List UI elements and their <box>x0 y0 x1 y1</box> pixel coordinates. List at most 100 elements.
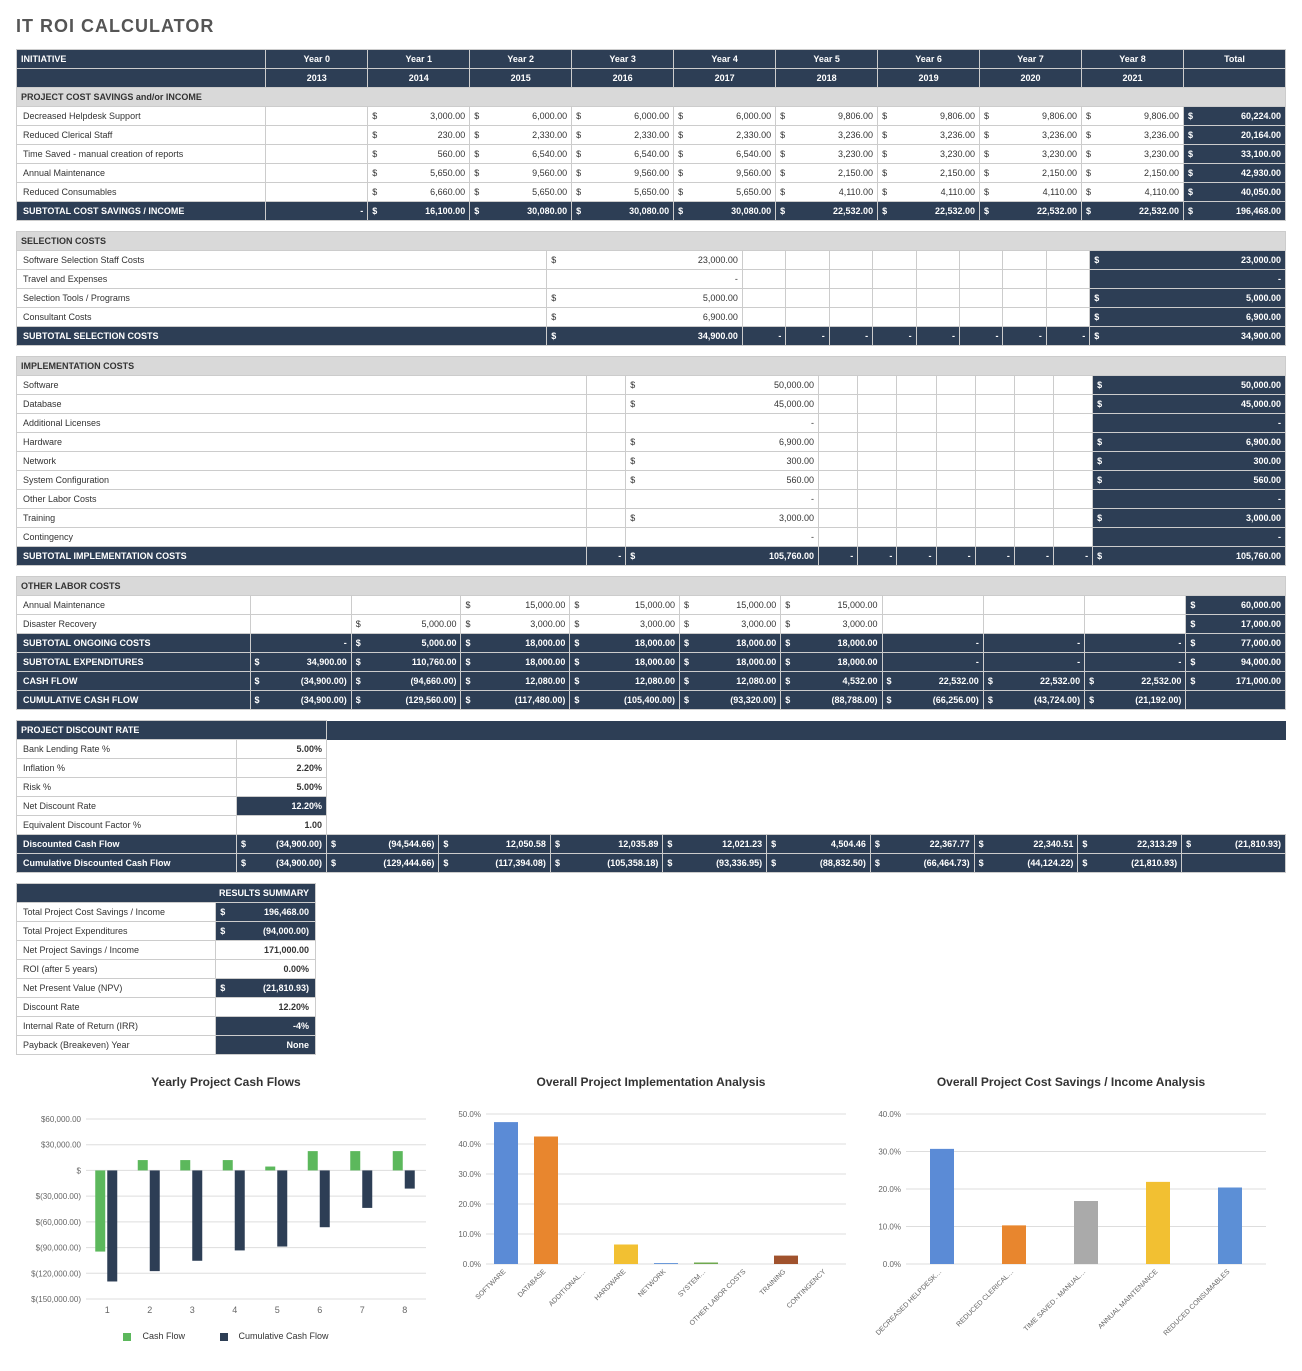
cell: $15,000.00 <box>680 596 781 615</box>
cell <box>587 528 626 547</box>
cell: $(129,444.66) <box>327 854 439 873</box>
table-row: SUBTOTAL ONGOING COSTS-$5,000.00$18,000.… <box>17 634 1286 653</box>
col-year-8: Year 8 <box>1082 50 1184 69</box>
cell: - <box>587 547 626 566</box>
col-year-5: Year 5 <box>776 50 878 69</box>
cell <box>897 528 936 547</box>
cell: $(129,560.00) <box>351 691 461 710</box>
cell <box>858 471 897 490</box>
cell <box>897 433 936 452</box>
table-row: Net Discount Rate12.20% <box>17 797 1286 816</box>
cell <box>1053 452 1092 471</box>
cell <box>1053 395 1092 414</box>
cell <box>858 528 897 547</box>
svg-text:$: $ <box>77 1166 82 1175</box>
svg-text:30.0%: 30.0% <box>458 1170 481 1179</box>
cell: - <box>786 327 829 346</box>
cell <box>266 126 368 145</box>
cell: $(66,464.73) <box>870 854 974 873</box>
svg-text:4: 4 <box>232 1305 237 1315</box>
table-row: Cumulative Discounted Cash Flow$(34,900.… <box>17 854 1286 873</box>
cell: $4,110.00 <box>980 183 1082 202</box>
table-row: Selection Tools / Programs$5,000.00$5,00… <box>17 289 1286 308</box>
cell: $30,080.00 <box>470 202 572 221</box>
cell: $50,000.00 <box>1093 376 1286 395</box>
cell: $6,900.00 <box>1093 433 1286 452</box>
svg-text:HARDWARE: HARDWARE <box>594 1268 628 1302</box>
table-row: Risk %5.00% <box>17 778 1286 797</box>
svg-text:40.0%: 40.0% <box>458 1140 481 1149</box>
cell <box>587 471 626 490</box>
table-row: Net Project Savings / Income171,000.00 <box>17 941 316 960</box>
cell <box>897 490 936 509</box>
row-label: SUBTOTAL ONGOING COSTS <box>17 634 251 653</box>
cell: $(105,400.00) <box>570 691 680 710</box>
cell <box>1003 270 1046 289</box>
cell <box>1053 376 1092 395</box>
cell: - <box>882 653 983 672</box>
cell: $(21,810.93) <box>1078 854 1182 873</box>
cell <box>936 490 975 509</box>
cell <box>858 395 897 414</box>
cell: $12,080.00 <box>461 672 570 691</box>
cell: $50,000.00 <box>626 376 819 395</box>
cell <box>882 596 983 615</box>
cell: $77,000.00 <box>1186 634 1286 653</box>
cell: $6,000.00 <box>470 107 572 126</box>
cell <box>819 414 858 433</box>
table-row: Database$45,000.00$45,000.00 <box>17 395 1286 414</box>
cell <box>936 433 975 452</box>
svg-text:SYSTEM…: SYSTEM… <box>677 1268 707 1298</box>
row-label: Discounted Cash Flow <box>17 835 237 854</box>
page-title: IT ROI CALCULATOR <box>16 16 1286 37</box>
cell <box>819 395 858 414</box>
svg-text:8: 8 <box>402 1305 407 1315</box>
table-row: SUBTOTAL IMPLEMENTATION COSTS-$105,760.0… <box>17 547 1286 566</box>
table-row: SUBTOTAL SELECTION COSTS$34,900.00------… <box>17 327 1286 346</box>
cell: $3,000.00 <box>680 615 781 634</box>
cell <box>873 289 916 308</box>
cell <box>858 414 897 433</box>
cell: - <box>1093 490 1286 509</box>
discount-wide-table: PROJECT DISCOUNT RATEBank Lending Rate %… <box>16 720 1286 873</box>
cell: $45,000.00 <box>626 395 819 414</box>
cell <box>960 308 1003 327</box>
table-row: Hardware $6,900.00 $6,900.00 <box>17 433 1286 452</box>
cell: $9,806.00 <box>878 107 980 126</box>
row-label: Travel and Expenses <box>17 270 547 289</box>
cell: $42,930.00 <box>1183 164 1285 183</box>
cell: $5,000.00 <box>1090 289 1286 308</box>
col-year-4: Year 4 <box>674 50 776 69</box>
cell <box>1014 414 1053 433</box>
row-label: Software <box>17 376 587 395</box>
cell <box>250 615 351 634</box>
cell <box>983 615 1084 634</box>
cell <box>897 452 936 471</box>
header-row-year-nums: 2013 2014 2015 2016 2017 2018 2019 2020 … <box>17 69 1286 88</box>
cell: $6,900.00 <box>547 308 743 327</box>
cell: $34,900.00 <box>1090 327 1286 346</box>
cell <box>936 395 975 414</box>
section-header: SELECTION COSTS <box>17 232 1286 251</box>
chart-implementation: Overall Project Implementation Analysis … <box>446 1075 856 1355</box>
cell: $22,532.00 <box>1082 202 1184 221</box>
cell: $105,760.00 <box>626 547 819 566</box>
cell: $9,560.00 <box>470 164 572 183</box>
cell <box>936 376 975 395</box>
row-label: Hardware <box>17 433 587 452</box>
cell <box>897 414 936 433</box>
cell: $3,230.00 <box>878 145 980 164</box>
col-year-6: Year 6 <box>878 50 980 69</box>
table-row: Total Project Expenditures$(94,000.00) <box>17 922 316 941</box>
cell <box>1046 308 1089 327</box>
table-row: Training$3,000.00$3,000.00 <box>17 509 1286 528</box>
cell <box>873 308 916 327</box>
cell: $20,164.00 <box>1183 126 1285 145</box>
cell: - <box>1003 327 1046 346</box>
cell <box>1014 376 1053 395</box>
cell: $12,021.23 <box>663 835 767 854</box>
cell: $4,110.00 <box>776 183 878 202</box>
cell: $18,000.00 <box>680 634 781 653</box>
cell: $6,900.00 <box>626 433 819 452</box>
section-header: PROJECT COST SAVINGS and/or INCOME <box>17 88 1286 107</box>
